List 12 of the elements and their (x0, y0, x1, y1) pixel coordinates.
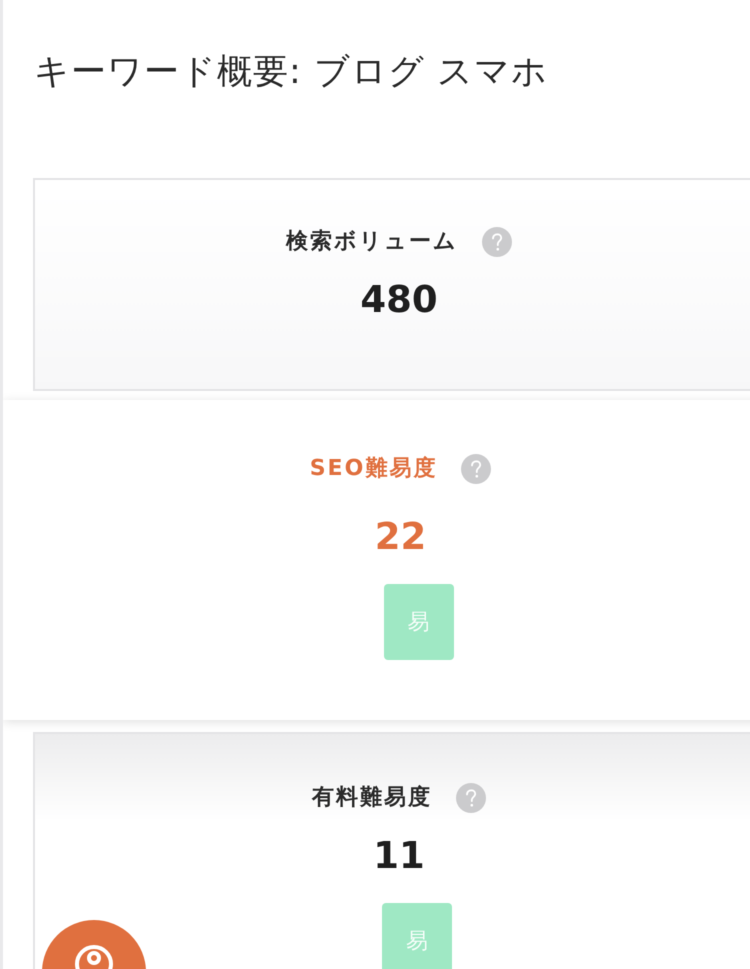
metric-label: 検索ボリューム (286, 228, 458, 256)
page-title: キーワード概要: ブログ スマホ (34, 51, 548, 94)
metric-value: 22 (374, 514, 426, 560)
metric-value: 11 (373, 833, 425, 879)
help-icon[interactable] (482, 227, 512, 257)
help-icon[interactable] (456, 783, 486, 813)
metric-label: SEO難易度 (310, 454, 438, 483)
metric-value: 480 (360, 277, 438, 323)
difficulty-badge: 易 (382, 903, 452, 969)
metric-label: 有料難易度 (312, 784, 432, 812)
help-icon[interactable] (461, 454, 492, 484)
difficulty-badge: 易 (384, 584, 454, 660)
